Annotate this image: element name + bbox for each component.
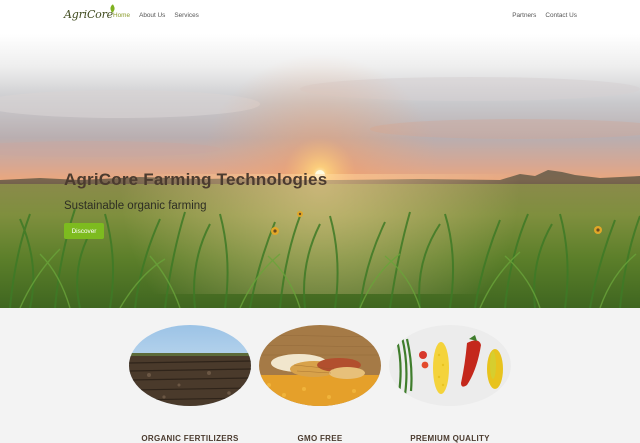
feature-card-organic-fertilizers[interactable]: ORGANIC FERTILIZERS xyxy=(129,325,251,443)
feature-card-premium-quality[interactable]: PREMIUM QUALITY xyxy=(389,325,511,443)
nav-primary: Home About Us Services xyxy=(113,12,208,19)
plowed-field-image xyxy=(129,325,251,406)
hero-title: AgriCore Farming Technologies xyxy=(64,170,328,189)
nav-link-services[interactable]: Services xyxy=(174,12,199,19)
navbar: AgriCore Home About Us Services Partners… xyxy=(0,0,640,34)
feature-caption: PREMIUM QUALITY xyxy=(410,434,490,443)
nav-link-home[interactable]: Home xyxy=(113,12,130,19)
nav-link-about-us[interactable]: About Us xyxy=(139,12,165,19)
feature-card-gmo-free[interactable]: GMO FREE xyxy=(259,325,381,443)
features-section: ORGANIC FERTILIZERS GMO FREE PREMIUM QUA… xyxy=(0,308,640,443)
nav-secondary: Partners Contact Us xyxy=(503,12,577,19)
feature-caption: ORGANIC FERTILIZERS xyxy=(141,434,239,443)
nav-link-contact-us[interactable]: Contact Us xyxy=(545,12,577,19)
hero-banner: AgriCore Farming Technologies Sustainabl… xyxy=(0,34,640,308)
corn-cobs-image xyxy=(259,325,381,406)
hero-subtitle: Sustainable organic farming xyxy=(64,200,207,212)
brand-logo[interactable]: AgriCore xyxy=(64,4,117,21)
nav-link-partners[interactable]: Partners xyxy=(512,12,536,19)
vegetables-image xyxy=(389,325,511,406)
feature-caption: GMO FREE xyxy=(297,434,343,443)
discover-button[interactable]: Discover xyxy=(64,223,104,239)
